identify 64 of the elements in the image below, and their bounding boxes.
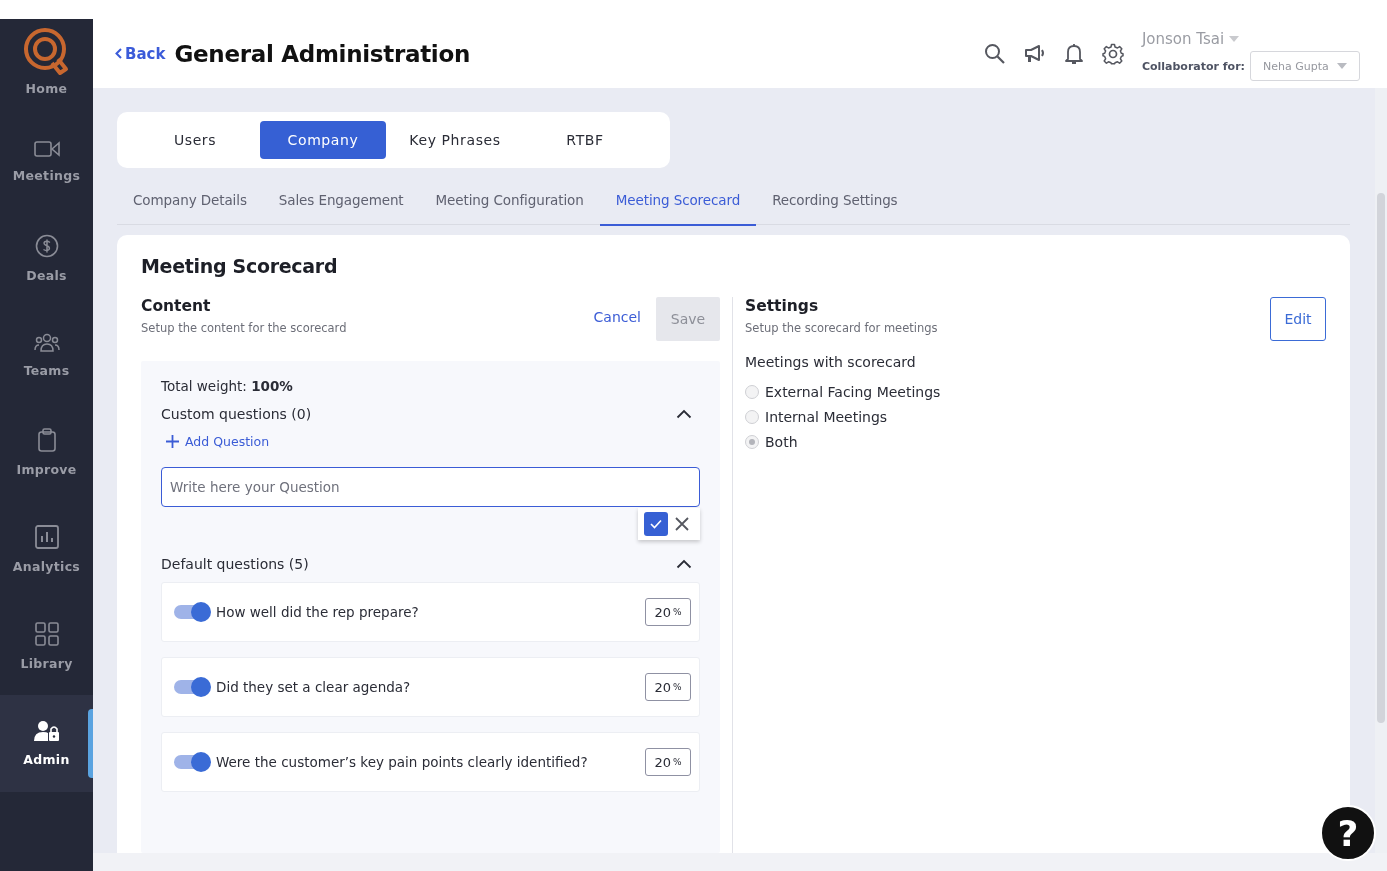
- total-weight: Total weight: 100%: [161, 378, 294, 394]
- back-link[interactable]: Back: [115, 44, 166, 63]
- section-heading: Custom questions (0): [161, 406, 312, 422]
- tab[interactable]: Company: [260, 121, 386, 159]
- dollar-icon: [34, 234, 59, 258]
- field-label: Meetings with scorecard: [745, 354, 917, 370]
- sidebar-item[interactable]: Deals: [0, 210, 93, 307]
- user-lock-icon: [33, 720, 60, 742]
- question-text: Did they set a clear agenda?: [216, 679, 412, 695]
- user-menu[interactable]: Jonson Tsai: [1141, 30, 1360, 48]
- sub-tab[interactable]: Meeting Configuration: [419, 181, 600, 224]
- toggle-switch[interactable]: [174, 677, 212, 697]
- page-title: General Administration: [174, 40, 471, 67]
- checkmark-icon: [650, 519, 662, 529]
- section-subtitle: Setup the scorecard for meetings: [745, 321, 939, 335]
- sub-tab[interactable]: Sales Engagement: [262, 181, 420, 224]
- sidebar-item[interactable]: Improve: [0, 404, 93, 501]
- grid-icon: [34, 622, 59, 646]
- tab[interactable]: RTBF: [520, 121, 650, 159]
- bell-icon[interactable]: [1063, 42, 1084, 65]
- caret-down-icon: [1337, 63, 1347, 69]
- settings-icon[interactable]: [1101, 42, 1124, 65]
- video-camera-icon: [33, 140, 60, 158]
- sidebar-item[interactable]: Meetings: [0, 113, 93, 210]
- bar-chart-icon: [34, 525, 59, 549]
- sidebar-item[interactable]: Library: [0, 598, 93, 695]
- active-indicator: [88, 709, 93, 778]
- plus-icon: [165, 434, 180, 449]
- question-text: How well did the rep prepare?: [216, 604, 420, 620]
- people-icon: [33, 333, 60, 353]
- close-icon: [674, 516, 690, 532]
- search-icon[interactable]: [983, 42, 1006, 65]
- sidebar-item[interactable]: Home: [0, 19, 93, 113]
- collaborator-dropdown[interactable]: Neha Gupta: [1250, 51, 1360, 81]
- chevron-up-icon[interactable]: [676, 409, 692, 419]
- sub-tab[interactable]: Company Details: [117, 181, 263, 224]
- clipboard-icon: [36, 428, 57, 452]
- section-subtitle: Setup the content for the scorecard: [141, 321, 348, 335]
- sidebar-item[interactable]: Teams: [0, 307, 93, 404]
- sidebar-item[interactable]: Analytics: [0, 501, 93, 598]
- collaborator-label: Collaborator for:: [1141, 59, 1245, 73]
- tab[interactable]: Key Phrases: [390, 121, 520, 159]
- weight-field[interactable]: 20$^{%}$: [645, 598, 691, 626]
- sidebar-item[interactable]: Admin: [0, 695, 93, 792]
- section-title: Settings: [745, 297, 820, 315]
- add-question-link[interactable]: Add Question: [165, 434, 270, 449]
- toggle-switch[interactable]: [174, 752, 212, 772]
- weight-field[interactable]: 20$^{%}$: [645, 748, 691, 776]
- megaphone-icon[interactable]: [1023, 43, 1046, 64]
- tab[interactable]: Users: [130, 121, 260, 159]
- question-text: Were the customer’s key pain points clearly identified?: [216, 754, 589, 770]
- question-input[interactable]: Write here your Question: [161, 467, 700, 507]
- sub-tab[interactable]: Meeting Scorecard: [599, 181, 757, 226]
- chevron-up-icon[interactable]: [676, 559, 692, 569]
- section-title: Content: [141, 297, 212, 315]
- confirm-button[interactable]: [644, 512, 668, 536]
- caret-down-icon: [1229, 36, 1240, 42]
- section-heading: Default questions (5): [161, 556, 309, 572]
- card-title: Meeting Scorecard: [141, 255, 339, 277]
- toggle-switch[interactable]: [174, 602, 212, 622]
- cancel-link[interactable]: Cancel: [593, 309, 641, 325]
- chevron-left-icon: [115, 48, 122, 59]
- sub-tab[interactable]: Recording Settings: [756, 181, 914, 224]
- weight-field[interactable]: 20$^{%}$: [645, 673, 691, 701]
